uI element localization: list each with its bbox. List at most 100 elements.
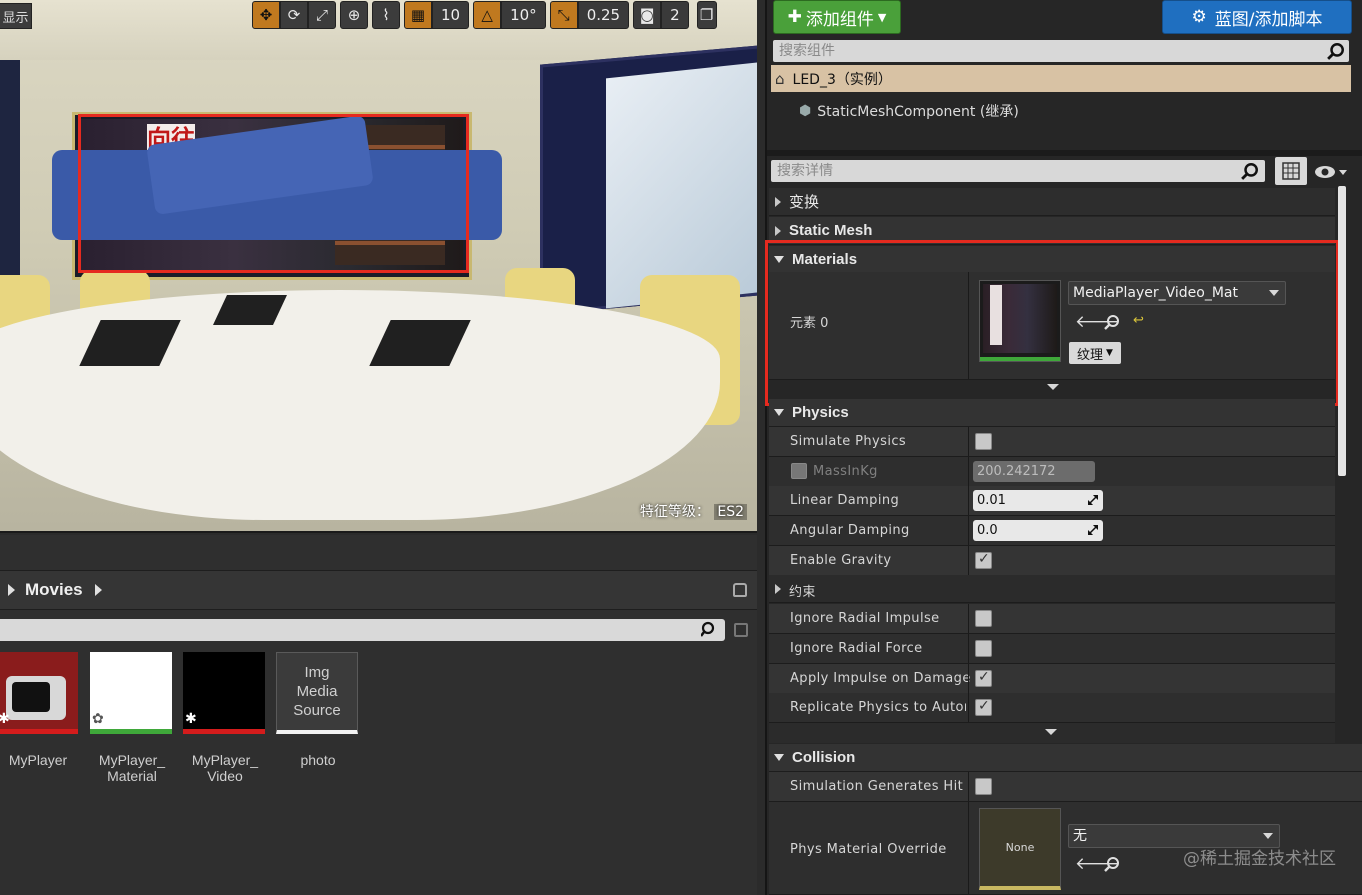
lock-icon[interactable] (733, 583, 747, 597)
prop-apply-impulse-on-damage: Apply Impulse on Damage (769, 664, 1335, 694)
details-search-input[interactable]: 搜索详情 (771, 160, 1265, 182)
prop-label: Simulate Physics (790, 434, 907, 449)
grid-snap-group: ▦ 10 (404, 1, 470, 29)
rotation-snap-value[interactable]: 10° (501, 1, 546, 29)
scale-snap-icon[interactable]: ⤡ (549, 1, 578, 29)
path-arrow-icon[interactable] (8, 584, 15, 596)
field-value: 0.01 (977, 493, 1006, 508)
scene-doctor-poster (606, 61, 757, 309)
phys-material-thumbnail[interactable]: None (979, 808, 1061, 890)
section-title: Static Mesh (789, 222, 873, 239)
rotate-icon[interactable]: ⟳ (280, 1, 308, 29)
asset-badge-icon: ✱ (0, 711, 10, 727)
field-value: 0.0 (977, 523, 998, 538)
asset-tile[interactable]: ✱ MyPlayer_ Video (183, 652, 267, 784)
prop-label: Replicate Physics to Auton (790, 700, 966, 715)
scale-icon[interactable]: ⤢ (308, 1, 336, 29)
prop-sim-generates-hit: Simulation Generates Hit E (769, 772, 1362, 802)
column-separator (968, 604, 969, 633)
show-menu-button[interactable]: 显示 (0, 3, 32, 29)
mass-override-checkbox[interactable] (791, 463, 807, 479)
apply-impulse-checkbox[interactable] (975, 669, 992, 687)
replicate-physics-checkbox[interactable] (975, 698, 992, 716)
prop-enable-gravity: Enable Gravity (769, 546, 1335, 576)
tv-screen (12, 682, 50, 712)
ignore-radial-force-checkbox[interactable] (975, 640, 992, 657)
prop-label: Ignore Radial Force (790, 641, 923, 656)
component-search-input[interactable]: 搜索组件 (773, 40, 1349, 62)
root-actor-label: LED_3（实例） (792, 71, 892, 88)
section-physics[interactable]: Physics (769, 399, 1335, 427)
enable-gravity-checkbox[interactable] (975, 551, 992, 569)
asset-search-input[interactable] (0, 619, 725, 641)
physics-advanced-toggle[interactable] (769, 723, 1335, 743)
asset-tile[interactable]: ✿ MyPlayer_ Material (90, 652, 174, 784)
sim-generates-hit-checkbox[interactable] (975, 778, 992, 795)
component-tree-item[interactable]: ⬢ StaticMeshComponent (继承) (799, 101, 1019, 121)
maximize-icon[interactable]: ❐ (696, 1, 717, 29)
save-icon[interactable] (734, 623, 748, 637)
angular-damping-field[interactable]: 0.0 (973, 520, 1103, 541)
prop-angular-damping: Angular Damping 0.0 (769, 516, 1335, 546)
chevron-down-icon (1263, 833, 1273, 839)
search-icon (701, 621, 715, 637)
add-component-button[interactable]: ✚ 添加组件 ▼ (773, 0, 901, 34)
prop-ignore-radial-force: Ignore Radial Force (769, 634, 1335, 664)
expand-arrow-icon (775, 196, 781, 207)
asset-label: MyPlayer_ Video (191, 752, 259, 784)
prop-label: Phys Material Override (790, 842, 947, 857)
grid-icon (1282, 162, 1300, 180)
component-tree-root[interactable]: ⌂ LED_3（实例） (771, 65, 1351, 92)
column-separator (968, 486, 969, 515)
asset-badge-icon: ✿ (92, 711, 104, 727)
tv-icon: ✱ (0, 652, 78, 734)
section-collision[interactable]: Collision (769, 744, 1362, 772)
ignore-radial-impulse-checkbox[interactable] (975, 610, 992, 627)
img-media-source-thumb: Img Media Source (276, 652, 358, 734)
camera-speed-icon[interactable]: ◙ (633, 1, 662, 29)
property-matrix-button[interactable] (1275, 157, 1307, 185)
prop-linear-damping: Linear Damping 0.01 (769, 486, 1335, 516)
details-scrollbar[interactable] (1338, 186, 1346, 476)
world-local-icon[interactable]: ⊕ (340, 1, 368, 29)
chevron-down-icon: ▼ (877, 10, 887, 24)
prop-label: MassInKg (813, 464, 878, 479)
prop-constraints[interactable]: 约束 (769, 575, 1335, 603)
camera-speed-value[interactable]: 2 (661, 1, 689, 29)
eye-icon[interactable] (1313, 162, 1347, 182)
translate-icon[interactable]: ✥ (252, 1, 280, 29)
prop-label: Simulation Generates Hit E (790, 779, 966, 794)
browse-search-icon[interactable] (1104, 856, 1120, 872)
prop-mass: MassInKg 200.242172 (769, 457, 1335, 487)
path-arrow-icon[interactable] (94, 584, 102, 596)
grid-snap-icon[interactable]: ▦ (404, 1, 432, 29)
asset-tile[interactable]: ✱ MyPlayer (0, 652, 80, 768)
surface-snap-icon[interactable]: ⌇ (372, 1, 400, 29)
mass-field[interactable]: 200.242172 (973, 461, 1095, 482)
component-label: StaticMeshComponent (继承) (817, 104, 1019, 120)
add-component-label: 添加组件 (805, 9, 874, 30)
blueprint-script-label: 蓝图/添加脚本 (1214, 9, 1323, 30)
path-folder-movies[interactable]: Movies (25, 580, 83, 600)
asset-tile[interactable]: Img Media Source photo (276, 652, 360, 768)
section-title: Collision (792, 749, 856, 766)
plus-icon: ✚ (787, 7, 802, 27)
drag-arrows-icon (1088, 525, 1098, 535)
rotation-snap-icon[interactable]: △ (473, 1, 502, 29)
linear-damping-field[interactable]: 0.01 (973, 490, 1103, 511)
scale-snap-value[interactable]: 0.25 (577, 1, 630, 29)
column-separator (968, 427, 969, 456)
transform-mode-group: ✥ ⟳ ⤢ (252, 1, 336, 29)
asset-label: MyPlayer_ Material (98, 752, 166, 784)
grid-snap-value[interactable]: 10 (432, 1, 470, 29)
viewport-toolbar: ✥ ⟳ ⤢ ⊕ ⌇ ▦ 10 △ 10° ⤡ 0.25 ◙ 2 ❐ (252, 0, 717, 30)
video-icon: ✱ (183, 652, 265, 734)
prop-label: Enable Gravity (790, 553, 892, 568)
camera-speed-group: ◙ 2 (633, 1, 689, 29)
simulate-physics-checkbox[interactable] (975, 433, 992, 450)
section-transform[interactable]: 变换 (769, 188, 1335, 216)
level-viewport[interactable]: 向往的 显示 ✥ ⟳ ⤢ ⊕ ⌇ ▦ 10 △ 10° ⤡ 0.25 (0, 0, 757, 533)
search-placeholder: 搜索详情 (777, 163, 833, 179)
section-title: 变换 (789, 194, 820, 211)
blueprint-script-button[interactable]: ⚙ 蓝图/添加脚本 (1162, 0, 1352, 34)
